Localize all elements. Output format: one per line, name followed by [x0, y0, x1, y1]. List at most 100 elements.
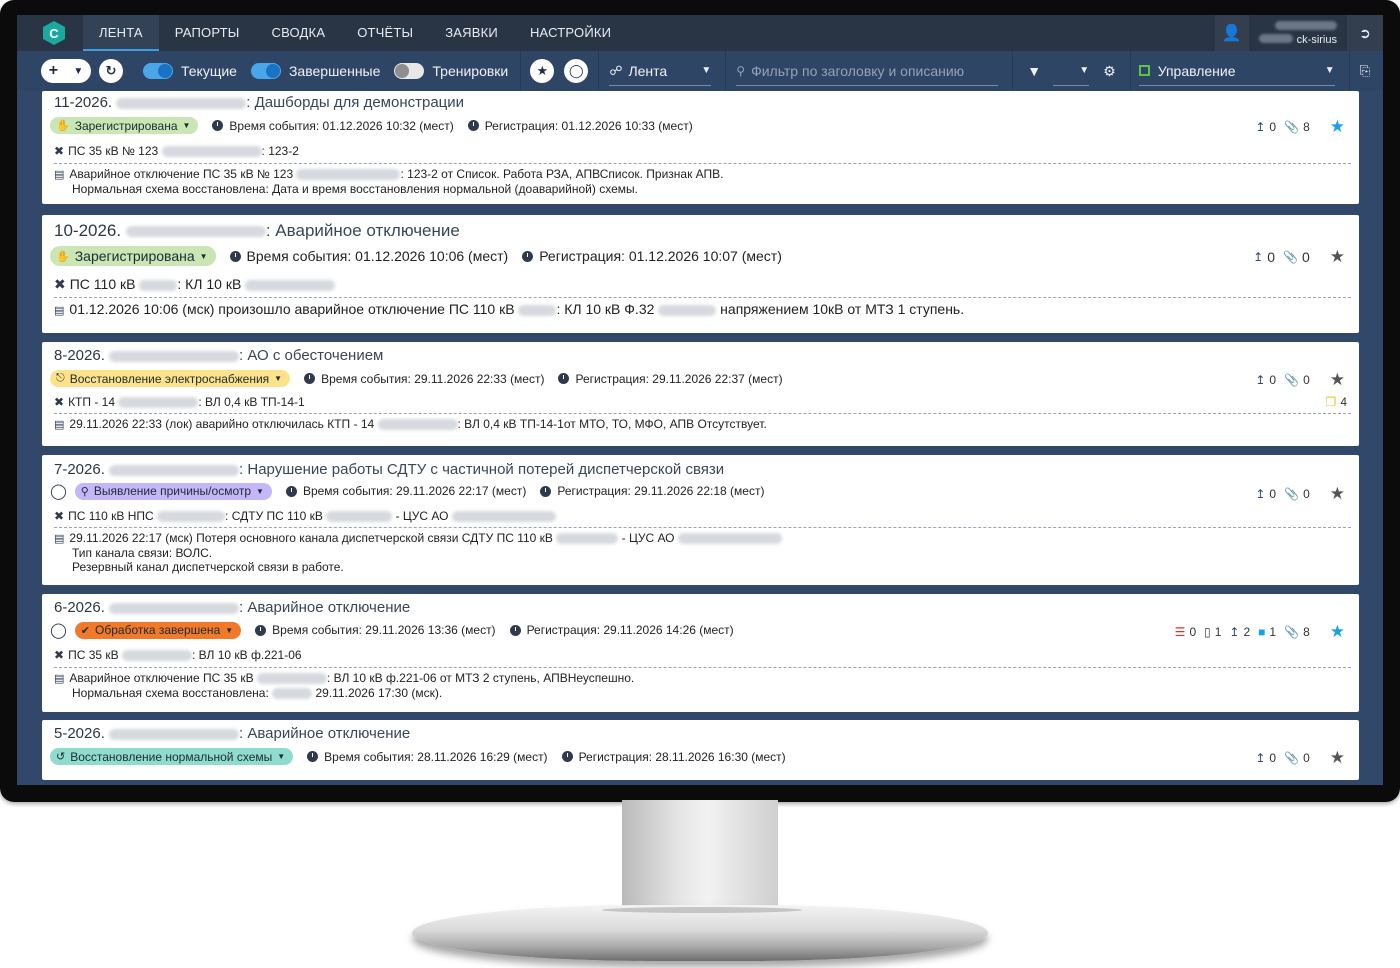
hand-icon: ✋ [56, 250, 70, 263]
card-title: 6-2026. : Аварийное отключение [54, 599, 410, 616]
copies-indicator[interactable]: ❐ 4 [1326, 395, 1347, 409]
blurred-object [377, 419, 458, 431]
tab-feed[interactable]: ЛЕНТА [83, 15, 159, 51]
gears-icon[interactable]: ⚙ [1103, 63, 1116, 80]
tab-requests[interactable]: ЗАЯВКИ [429, 15, 514, 51]
tab-settings[interactable]: НАСТРОЙКИ [514, 15, 627, 51]
attachment-icon: 📎 [1284, 487, 1300, 501]
logout-icon[interactable]: ➲ [1347, 15, 1383, 51]
star-icon[interactable]: ★ [1330, 622, 1345, 642]
control-select[interactable]: Управление ▼ [1138, 56, 1335, 86]
share-count: 0 [1269, 120, 1277, 134]
event-card[interactable]: 8-2026. : АО с обесточением ⎋ Восстановле… [42, 342, 1359, 446]
view-select[interactable]: ☍ Лента ▼ [609, 56, 712, 86]
status-badge[interactable]: ↺ Восстановление нормальной схемы ▼ [50, 748, 294, 765]
clock-icon [307, 751, 319, 762]
blurred-object [326, 511, 393, 523]
clock-icon [212, 120, 224, 131]
list-icon: ▤ [54, 673, 65, 685]
divider [520, 51, 522, 91]
filter-input[interactable]: ⚲ Фильтр по заголовку и описанию [736, 56, 999, 86]
desc-text: Аварийное отключение ПС 35 кВ [69, 671, 254, 685]
card-number: 11-2026. [54, 94, 113, 111]
chevron-down-icon: ▼ [274, 374, 283, 383]
monitor-stand-base [412, 905, 988, 961]
status-badge[interactable]: ✔ Обработка завершена ▼ [74, 621, 242, 639]
blurred-object [139, 279, 178, 291]
tab-statements[interactable]: ОТЧЁТЫ [341, 15, 429, 51]
monitor-stand-neck [622, 800, 778, 910]
event-card[interactable]: 6-2026. : Аварийное отключение ◯ ✔ Обрабо… [42, 594, 1359, 712]
card-title-text: : Аварийное отключение [265, 221, 460, 240]
favorites-button[interactable]: ★ [530, 59, 555, 83]
toggle-current[interactable] [143, 63, 173, 79]
filter-preset-select[interactable]: ▼ [1053, 56, 1090, 86]
share-icon: ↥ [1255, 751, 1266, 765]
divider [54, 413, 1351, 414]
app-logo[interactable]: C [43, 21, 65, 45]
registration-time: Регистрация: 29.11.2026 22:18 (мест) [557, 484, 765, 498]
desc-text: Резервный канал диспетчерской связи в ра… [72, 560, 344, 574]
status-label: Зарегистрирована [74, 118, 178, 133]
chevron-down-icon: ▼ [199, 251, 208, 261]
tab-summary[interactable]: СВОДКА [256, 15, 342, 51]
toggle-training[interactable] [394, 63, 425, 79]
object-line: : 123-2 [261, 144, 299, 158]
add-button[interactable]: + ▼ [41, 59, 91, 83]
registration-time: Регистрация: 01.12.2026 10:07 (мест) [539, 248, 782, 264]
tab-reports[interactable]: РАПОРТЫ [159, 15, 256, 51]
blurred-org [125, 226, 266, 238]
toggle-done[interactable] [250, 63, 281, 79]
clock-icon [522, 250, 534, 262]
card-description: ▤ Аварийное отключение ПС 35 кВ № 123 : 1… [54, 167, 724, 196]
status-label: Обработка завершена [95, 623, 221, 637]
registration-time: Регистрация: 01.12.2026 10:33 (мест) [484, 118, 693, 133]
user-info: ck-sirius [1249, 19, 1347, 47]
status-row: ↺ Восстановление нормальной схемы ▼ Время … [50, 748, 800, 765]
filter-placeholder: Фильтр по заголовку и описанию [751, 62, 965, 79]
card-title-text: : Аварийное отключение [239, 725, 411, 742]
share-icon: ↥ [1255, 120, 1266, 134]
document-icon: ▯ [1204, 625, 1211, 639]
divider [1348, 51, 1350, 91]
user-settings-icon[interactable]: 👤 [1214, 15, 1249, 51]
desc-text: : КЛ 10 кВ Ф.32 [556, 301, 655, 317]
event-card[interactable]: 5-2026. : Аварийное отключение ↺ Восстано… [42, 720, 1359, 780]
mine-button[interactable]: ◯ [564, 59, 589, 83]
refresh-button[interactable]: ↻ [99, 59, 123, 83]
blurred-object [518, 304, 557, 316]
star-icon[interactable]: ★ [1330, 370, 1345, 390]
status-badge[interactable]: ✋ Зарегистрирована ▼ [50, 246, 216, 266]
medal-icon: ◯ [50, 622, 67, 639]
status-badge[interactable]: ⎋ Восстановление электроснабжения ▼ [50, 370, 291, 387]
control-select-value: Управление [1157, 62, 1236, 79]
star-icon[interactable]: ★ [1330, 247, 1345, 267]
documents-count: 1 [1214, 625, 1222, 639]
event-card[interactable]: 7-2026. : Нарушение работы СДТУ с частич… [42, 455, 1359, 585]
attachment-count: 0 [1303, 487, 1310, 501]
attachment-icon: 📎 [1284, 120, 1300, 134]
status-badge[interactable]: ✋ Зарегистрирована ▼ [50, 117, 199, 134]
event-card[interactable]: 10-2026. : Аварийное отключение ✋ Зарегис… [42, 215, 1359, 333]
chevron-down-icon: ▼ [701, 65, 712, 76]
card-description: ▤ 29.11.2026 22:17 (мск) Потеря основного… [54, 531, 782, 574]
filter-icon[interactable]: ▼ [1027, 63, 1041, 79]
object-name: ПС 35 кВ № 123 [68, 144, 159, 158]
object-name: ПС 35 кВ [68, 648, 119, 662]
card-title: 5-2026. : Аварийное отключение [54, 725, 410, 742]
comment-icon: ■ [1258, 625, 1266, 639]
desc-text: 29.11.2026 22:17 (мск) Потеря основного … [69, 531, 553, 545]
attachment-count: 8 [1303, 120, 1310, 134]
star-icon[interactable]: ★ [1330, 748, 1345, 768]
tools-icon: ✖ [54, 395, 65, 409]
status-badge[interactable]: ⚲ Выявление причины/осмотр ▼ [74, 482, 272, 500]
share-count: 0 [1267, 249, 1275, 265]
blurred-object [272, 688, 313, 700]
book-icon [1138, 65, 1150, 76]
object-row: ✖ КТП - 14 : ВЛ 0,4 кВ ТП-14-1 [54, 395, 305, 409]
star-icon[interactable]: ★ [1330, 117, 1345, 137]
export-icon[interactable]: ⎘ [1360, 63, 1370, 79]
tools-icon: ✖ [54, 276, 66, 292]
event-card[interactable]: 11-2026. : Дашборды для демонстрации ✋ За… [42, 91, 1359, 204]
star-icon[interactable]: ★ [1330, 484, 1345, 504]
